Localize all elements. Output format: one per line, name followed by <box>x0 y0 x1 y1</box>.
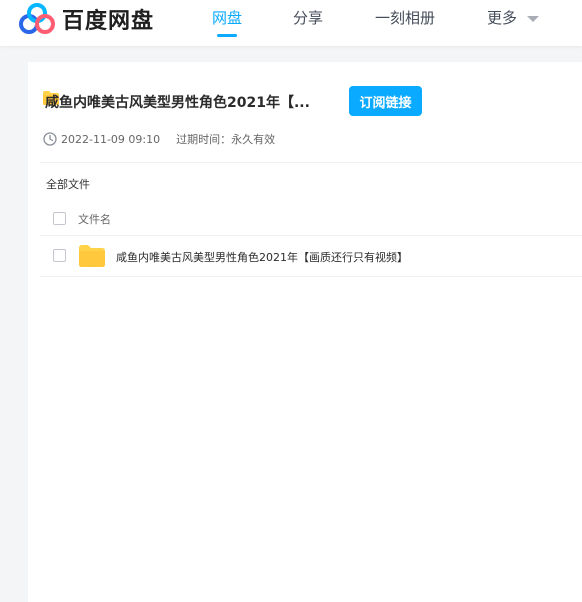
row-divider <box>40 276 582 277</box>
logo[interactable]: 百度网盘 <box>18 2 154 36</box>
row-checkbox[interactable] <box>53 249 66 262</box>
folder-icon <box>79 245 105 267</box>
share-title: 咸鱼内唯美古风美型男性角色2021年【... <box>45 95 310 111</box>
nav-tab-share[interactable]: 分享 <box>293 7 323 28</box>
chevron-down-icon[interactable] <box>527 16 539 22</box>
active-tab-indicator <box>217 34 237 37</box>
expiry-label: 过期时间： <box>176 133 232 146</box>
header-divider <box>40 235 582 236</box>
nav-tab-netdisk[interactable]: 网盘 <box>212 7 242 28</box>
top-navigation-bar: 百度网盘 网盘 分享 一刻相册 更多 <box>0 0 582 46</box>
column-header-filename[interactable]: 文件名 <box>78 211 111 227</box>
select-all-checkbox[interactable] <box>53 212 66 225</box>
breadcrumb[interactable]: 全部文件 <box>46 176 90 192</box>
brand-name: 百度网盘 <box>62 9 155 34</box>
nav-tab-more[interactable]: 更多 <box>487 7 517 28</box>
divider <box>40 162 582 163</box>
expiry-value: 永久有效 <box>231 133 276 146</box>
nav-tab-album[interactable]: 一刻相册 <box>375 7 435 28</box>
file-name-link[interactable]: 咸鱼内唯美古风美型男性角色2021年【画质还行只有视频】 <box>116 249 408 265</box>
cloud-logo-icon <box>19 3 55 34</box>
share-timestamp: 2022-11-09 09:10 <box>61 132 161 146</box>
share-meta: 2022-11-09 09:10 过期时间： 永久有效 <box>43 131 275 147</box>
clock-icon <box>43 132 57 146</box>
subscribe-link-button[interactable]: 订阅链接 <box>349 86 422 116</box>
